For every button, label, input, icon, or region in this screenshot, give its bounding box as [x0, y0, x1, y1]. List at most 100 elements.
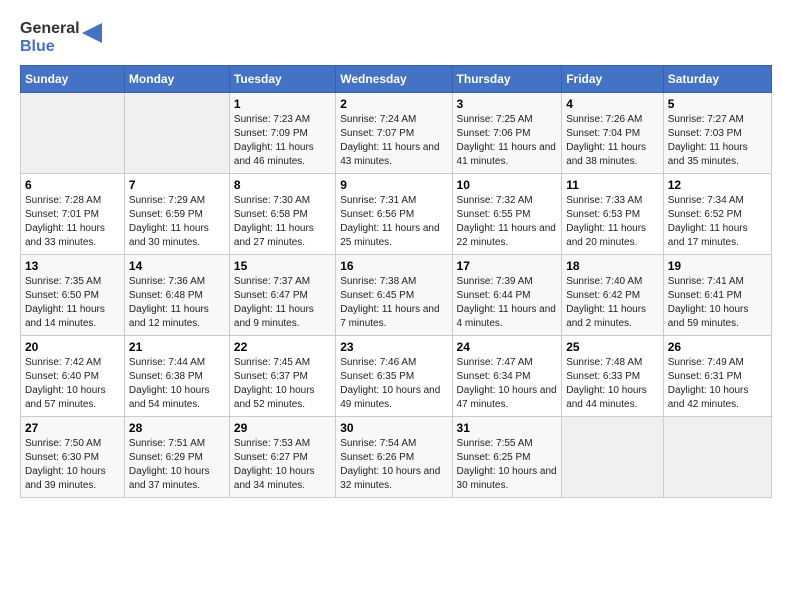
calendar-header-row: SundayMondayTuesdayWednesdayThursdayFrid…	[21, 66, 772, 93]
calendar-cell: 28 Sunrise: 7:51 AMSunset: 6:29 PMDayligh…	[124, 417, 229, 498]
calendar-cell: 27Sunrise: 7:50 AMSunset: 6:30 PMDayligh…	[21, 417, 125, 498]
day-number: 2	[340, 97, 447, 111]
day-number: 5	[668, 97, 767, 111]
calendar-cell	[562, 417, 664, 498]
week-row-2: 6 Sunrise: 7:28 AMSunset: 7:01 PMDaylight…	[21, 174, 772, 255]
calendar-cell: 30 Sunrise: 7:54 AMSunset: 6:26 PMDayligh…	[336, 417, 452, 498]
day-info: Sunrise: 7:48 AMSunset: 6:33 PMDaylight:…	[566, 356, 659, 412]
day-number: 4	[566, 97, 659, 111]
day-info: Sunrise: 7:36 AMSunset: 6:48 PMDaylight:…	[129, 275, 225, 331]
day-info: Sunrise: 7:27 AMSunset: 7:03 PMDaylight:…	[668, 113, 767, 169]
calendar-cell: 21 Sunrise: 7:44 AMSunset: 6:38 PMDayligh…	[124, 336, 229, 417]
calendar-cell: 14 Sunrise: 7:36 AMSunset: 6:48 PMDayligh…	[124, 255, 229, 336]
day-info: Sunrise: 7:46 AMSunset: 6:35 PMDaylight:…	[340, 356, 447, 412]
day-number: 3	[457, 97, 558, 111]
day-info: Sunrise: 7:24 AMSunset: 7:07 PMDaylight:…	[340, 113, 447, 169]
day-number: 13	[25, 259, 120, 273]
page-header: General Blue	[20, 20, 772, 55]
calendar-cell: 17Sunrise: 7:39 AMSunset: 6:44 PMDayligh…	[452, 255, 562, 336]
day-number: 8	[234, 178, 331, 192]
day-number: 10	[457, 178, 558, 192]
day-info: Sunrise: 7:44 AMSunset: 6:38 PMDaylight:…	[129, 356, 225, 412]
day-number: 26	[668, 340, 767, 354]
day-info: Sunrise: 7:33 AMSunset: 6:53 PMDaylight:…	[566, 194, 659, 250]
day-info: Sunrise: 7:26 AMSunset: 7:04 PMDaylight:…	[566, 113, 659, 169]
day-number: 14	[129, 259, 225, 273]
logo-blue: Blue	[20, 38, 80, 56]
day-info: Sunrise: 7:25 AMSunset: 7:06 PMDaylight:…	[457, 113, 558, 169]
column-header-thursday: Thursday	[452, 66, 562, 93]
day-info: Sunrise: 7:40 AMSunset: 6:42 PMDaylight:…	[566, 275, 659, 331]
day-number: 12	[668, 178, 767, 192]
column-header-wednesday: Wednesday	[336, 66, 452, 93]
calendar-cell: 10 Sunrise: 7:32 AMSunset: 6:55 PMDayligh…	[452, 174, 562, 255]
calendar-cell: 9 Sunrise: 7:31 AMSunset: 6:56 PMDaylight…	[336, 174, 452, 255]
day-info: Sunrise: 7:30 AMSunset: 6:58 PMDaylight:…	[234, 194, 331, 250]
day-info: Sunrise: 7:35 AMSunset: 6:50 PMDaylight:…	[25, 275, 120, 331]
day-number: 19	[668, 259, 767, 273]
calendar-cell	[124, 93, 229, 174]
day-info: Sunrise: 7:37 AMSunset: 6:47 PMDaylight:…	[234, 275, 331, 331]
calendar-cell: 24Sunrise: 7:47 AMSunset: 6:34 PMDayligh…	[452, 336, 562, 417]
day-number: 30	[340, 421, 447, 435]
day-info: Sunrise: 7:55 AMSunset: 6:25 PMDaylight:…	[457, 437, 558, 493]
logo: General Blue	[20, 20, 102, 55]
week-row-5: 27Sunrise: 7:50 AMSunset: 6:30 PMDayligh…	[21, 417, 772, 498]
calendar-cell: 13 Sunrise: 7:35 AMSunset: 6:50 PMDayligh…	[21, 255, 125, 336]
day-number: 15	[234, 259, 331, 273]
day-info: Sunrise: 7:32 AMSunset: 6:55 PMDaylight:…	[457, 194, 558, 250]
calendar-cell: 12 Sunrise: 7:34 AMSunset: 6:52 PMDayligh…	[663, 174, 771, 255]
calendar-cell	[663, 417, 771, 498]
week-row-1: 1 Sunrise: 7:23 AMSunset: 7:09 PMDaylight…	[21, 93, 772, 174]
calendar-cell: 3 Sunrise: 7:25 AMSunset: 7:06 PMDaylight…	[452, 93, 562, 174]
day-number: 16	[340, 259, 447, 273]
day-info: Sunrise: 7:51 AMSunset: 6:29 PMDaylight:…	[129, 437, 225, 493]
column-header-saturday: Saturday	[663, 66, 771, 93]
calendar-cell	[21, 93, 125, 174]
day-number: 7	[129, 178, 225, 192]
day-info: Sunrise: 7:29 AMSunset: 6:59 PMDaylight:…	[129, 194, 225, 250]
day-info: Sunrise: 7:38 AMSunset: 6:45 PMDaylight:…	[340, 275, 447, 331]
day-number: 21	[129, 340, 225, 354]
day-info: Sunrise: 7:42 AMSunset: 6:40 PMDaylight:…	[25, 356, 120, 412]
calendar-cell: 26Sunrise: 7:49 AMSunset: 6:31 PMDayligh…	[663, 336, 771, 417]
day-info: Sunrise: 7:53 AMSunset: 6:27 PMDaylight:…	[234, 437, 331, 493]
column-header-tuesday: Tuesday	[229, 66, 335, 93]
day-number: 6	[25, 178, 120, 192]
day-info: Sunrise: 7:54 AMSunset: 6:26 PMDaylight:…	[340, 437, 447, 493]
day-number: 1	[234, 97, 331, 111]
day-number: 9	[340, 178, 447, 192]
day-number: 31	[457, 421, 558, 435]
calendar-cell: 15 Sunrise: 7:37 AMSunset: 6:47 PMDayligh…	[229, 255, 335, 336]
day-number: 18	[566, 259, 659, 273]
column-header-sunday: Sunday	[21, 66, 125, 93]
week-row-3: 13 Sunrise: 7:35 AMSunset: 6:50 PMDayligh…	[21, 255, 772, 336]
calendar-cell: 7 Sunrise: 7:29 AMSunset: 6:59 PMDaylight…	[124, 174, 229, 255]
day-number: 23	[340, 340, 447, 354]
day-number: 25	[566, 340, 659, 354]
calendar-table: SundayMondayTuesdayWednesdayThursdayFrid…	[20, 65, 772, 498]
day-number: 28	[129, 421, 225, 435]
day-number: 20	[25, 340, 120, 354]
logo-bird-icon	[82, 23, 102, 53]
calendar-cell: 31 Sunrise: 7:55 AMSunset: 6:25 PMDayligh…	[452, 417, 562, 498]
calendar-cell: 4 Sunrise: 7:26 AMSunset: 7:04 PMDaylight…	[562, 93, 664, 174]
calendar-cell: 18 Sunrise: 7:40 AMSunset: 6:42 PMDayligh…	[562, 255, 664, 336]
day-number: 29	[234, 421, 331, 435]
calendar-cell: 8 Sunrise: 7:30 AMSunset: 6:58 PMDaylight…	[229, 174, 335, 255]
day-number: 11	[566, 178, 659, 192]
calendar-cell: 5 Sunrise: 7:27 AMSunset: 7:03 PMDaylight…	[663, 93, 771, 174]
day-info: Sunrise: 7:28 AMSunset: 7:01 PMDaylight:…	[25, 194, 120, 250]
day-info: Sunrise: 7:50 AMSunset: 6:30 PMDaylight:…	[25, 437, 120, 493]
day-info: Sunrise: 7:23 AMSunset: 7:09 PMDaylight:…	[234, 113, 331, 169]
calendar-cell: 25 Sunrise: 7:48 AMSunset: 6:33 PMDayligh…	[562, 336, 664, 417]
day-info: Sunrise: 7:34 AMSunset: 6:52 PMDaylight:…	[668, 194, 767, 250]
logo-general: General	[20, 20, 80, 38]
week-row-4: 20 Sunrise: 7:42 AMSunset: 6:40 PMDayligh…	[21, 336, 772, 417]
day-info: Sunrise: 7:39 AMSunset: 6:44 PMDaylight:…	[457, 275, 558, 331]
day-info: Sunrise: 7:31 AMSunset: 6:56 PMDaylight:…	[340, 194, 447, 250]
calendar-cell: 19Sunrise: 7:41 AMSunset: 6:41 PMDayligh…	[663, 255, 771, 336]
calendar-cell: 6 Sunrise: 7:28 AMSunset: 7:01 PMDaylight…	[21, 174, 125, 255]
column-header-friday: Friday	[562, 66, 664, 93]
day-number: 24	[457, 340, 558, 354]
